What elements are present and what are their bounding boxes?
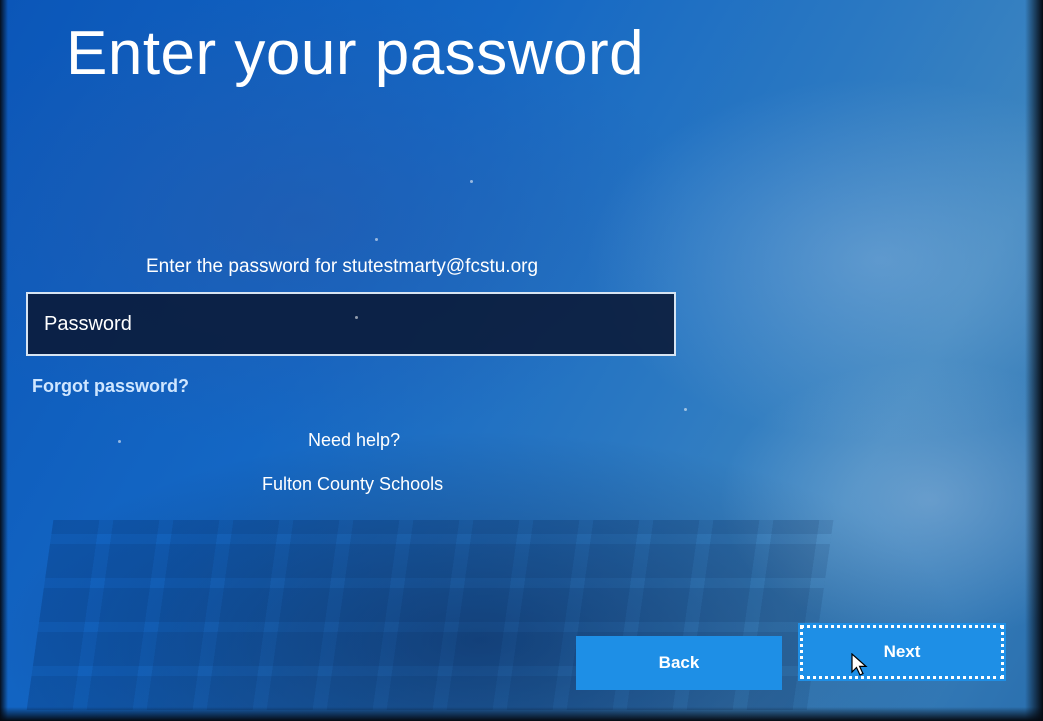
- screen-bezel-left: [0, 0, 8, 721]
- next-button-label: Next: [883, 642, 921, 661]
- screen-speck: [470, 180, 473, 183]
- next-button[interactable]: Next: [798, 623, 1006, 681]
- screen-speck: [118, 440, 121, 443]
- password-prompt: Enter the password for stutestmarty@fcst…: [146, 256, 539, 277]
- forgot-password-link[interactable]: Forgot password?: [32, 376, 189, 397]
- password-field-container[interactable]: [26, 292, 676, 356]
- screen-speck: [375, 238, 378, 241]
- password-input[interactable]: [44, 294, 654, 354]
- back-button[interactable]: Back: [576, 636, 782, 690]
- login-screen: Enter your password Enter the password f…: [0, 0, 1043, 721]
- screen-bezel-right: [1025, 0, 1043, 721]
- back-button-label: Back: [658, 653, 700, 672]
- page-title: Enter your password: [66, 19, 645, 88]
- organization-name: Fulton County Schools: [262, 474, 444, 494]
- screen-bezel-bottom: [0, 707, 1043, 721]
- mouse-pointer-icon: [851, 653, 868, 676]
- screen-speck: [684, 408, 687, 411]
- need-help-text: Need help?: [308, 430, 401, 450]
- screen-speck: [355, 316, 358, 319]
